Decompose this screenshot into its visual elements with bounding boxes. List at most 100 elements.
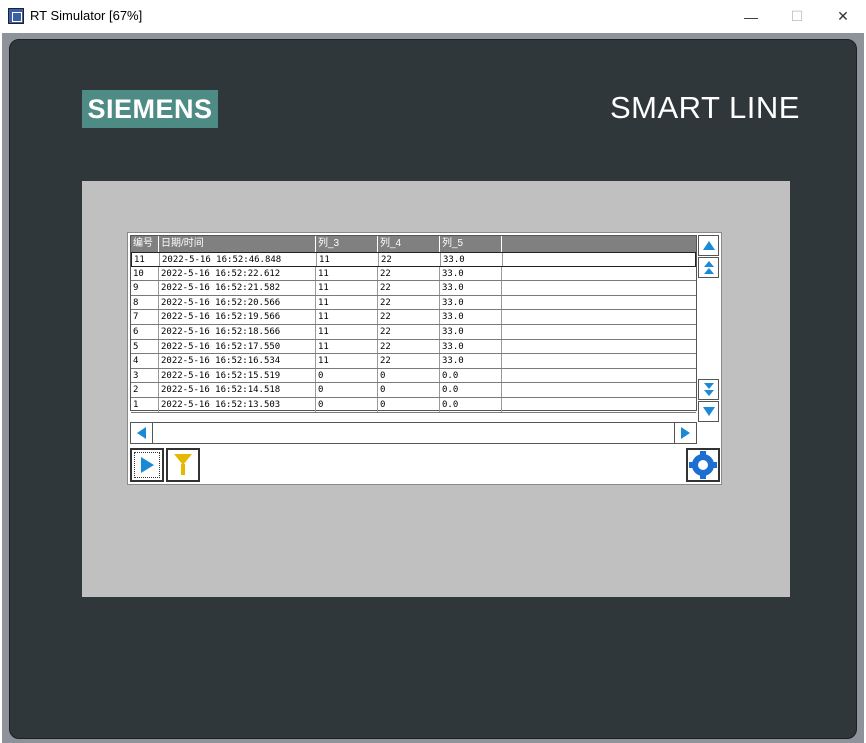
cell-id: 10 [131,266,159,281]
cell-datetime: 2022-5-16 16:52:46.848 [160,253,317,266]
cell-col4: 22 [378,324,440,339]
cell-id: 1 [131,397,159,412]
filter-button[interactable] [166,448,200,482]
play-button[interactable] [130,448,164,482]
column-header-col3[interactable]: 列_3 [316,236,378,252]
window-title: RT Simulator [67%] [30,8,143,23]
arrow-up-icon[interactable] [698,235,719,256]
cell-datetime: 2022-5-16 16:52:21.582 [159,281,316,295]
close-button[interactable]: ✕ [820,0,866,33]
cell-datetime: 2022-5-16 16:52:20.566 [159,295,316,310]
table-row[interactable]: 10 2022-5-16 16:52:22.612 11 22 33.0 [131,266,696,282]
cell-col4: 0 [378,368,440,383]
cell-col5: 33.0 [441,253,503,266]
column-header-col4[interactable]: 列_4 [378,236,440,252]
cell-col5: 0.0 [440,397,502,412]
cell-empty [502,369,696,383]
table-row[interactable]: 9 2022-5-16 16:52:21.582 11 22 33.0 [131,281,696,296]
cell-col3: 11 [316,324,378,339]
cell-col3: 0 [316,368,378,383]
cell-col5: 33.0 [440,310,502,324]
cell-id: 5 [131,339,159,354]
cell-empty [502,281,696,295]
vertical-scroll [698,235,719,424]
cell-empty [502,310,696,324]
column-header-col5[interactable]: 列_5 [440,236,502,252]
cell-datetime: 2022-5-16 16:52:19.566 [159,310,316,324]
cell-col4: 0 [378,383,440,397]
cell-col4: 22 [378,281,440,295]
cell-empty [502,296,696,310]
table-row[interactable]: 11 2022-5-16 16:52:46.848 11 22 33.0 [131,252,696,267]
cell-empty [502,325,696,339]
double-arrow-up-icon[interactable] [698,257,719,278]
cell-col5: 33.0 [440,339,502,354]
filter-icon [174,454,192,476]
cell-datetime: 2022-5-16 16:52:16.534 [159,354,316,368]
cell-id: 3 [131,368,159,383]
cell-id: 9 [131,281,159,295]
arrow-right-icon[interactable] [674,423,696,443]
data-table: 编号 日期/时间 列_3 列_4 列_5 11 2022-5-16 16:52:4… [130,235,697,413]
app-icon [8,8,24,24]
table-row[interactable]: 6 2022-5-16 16:52:18.566 11 22 33.0 [131,324,696,340]
cell-empty [502,398,696,412]
cell-datetime: 2022-5-16 16:52:13.503 [159,397,316,412]
hmi-screen: 编号 日期/时间 列_3 列_4 列_5 11 2022-5-16 16:52:4… [82,181,790,597]
cell-datetime: 2022-5-16 16:52:15.519 [159,368,316,383]
column-header-id[interactable]: 编号 [131,236,159,252]
double-arrow-down-icon[interactable] [698,379,719,400]
table-row[interactable]: 4 2022-5-16 16:52:16.534 11 22 33.0 [131,354,696,369]
table-row[interactable]: 3 2022-5-16 16:52:15.519 0 0 0.0 [131,368,696,384]
table-row[interactable]: 1 2022-5-16 16:52:13.503 0 0 0.0 [131,397,696,413]
table-body: 11 2022-5-16 16:52:46.848 11 22 33.0 10 2022-5… [131,252,696,413]
column-header-datetime[interactable]: 日期/时间 [159,236,316,252]
minimize-button[interactable]: — [728,0,774,33]
cell-col3: 0 [316,383,378,397]
cell-empty [502,354,696,368]
cell-col5: 0.0 [440,368,502,383]
siemens-logo: SIEMENS [82,90,218,128]
cell-datetime: 2022-5-16 16:52:14.518 [159,383,316,397]
product-line-label: SMART LINE [610,90,800,125]
cell-col4: 22 [378,339,440,354]
cell-col5: 33.0 [440,324,502,339]
maximize-button[interactable]: ☐ [774,0,820,33]
arrow-left-icon[interactable] [131,423,153,443]
cell-col3: 11 [316,310,378,324]
cell-col5: 33.0 [440,266,502,281]
cell-col3: 11 [316,339,378,354]
cell-col4: 22 [379,253,441,266]
cell-id: 2 [131,383,159,397]
settings-button[interactable] [686,448,720,482]
cell-col3: 11 [316,281,378,295]
cell-col5: 0.0 [440,383,502,397]
cell-datetime: 2022-5-16 16:52:22.612 [159,266,316,281]
device-bezel: SIEMENS SMART LINE 编号 日期/时间 列_3 列_4 列_5 … [9,39,857,739]
cell-col5: 33.0 [440,295,502,310]
table-row[interactable]: 2 2022-5-16 16:52:14.518 0 0 0.0 [131,383,696,398]
cell-empty [502,267,696,281]
arrow-down-icon[interactable] [698,401,719,422]
cell-col3: 0 [316,397,378,412]
play-icon [140,457,154,473]
cell-col4: 22 [378,266,440,281]
horizontal-scroll [130,422,697,444]
table-row[interactable]: 8 2022-5-16 16:52:20.566 11 22 33.0 [131,295,696,311]
cell-col4: 22 [378,354,440,368]
cell-id: 8 [131,295,159,310]
title-bar: RT Simulator [67%] — ☐ ✕ [0,0,866,33]
cell-id: 6 [131,324,159,339]
cell-col3: 11 [317,253,379,266]
table-row[interactable]: 7 2022-5-16 16:52:19.566 11 22 33.0 [131,310,696,325]
cell-datetime: 2022-5-16 16:52:18.566 [159,324,316,339]
cell-empty [502,340,696,354]
cell-id: 11 [132,253,160,266]
table-row[interactable]: 5 2022-5-16 16:52:17.550 11 22 33.0 [131,339,696,355]
cell-id: 7 [131,310,159,324]
cell-col4: 0 [378,397,440,412]
gear-icon [689,451,717,479]
cell-col3: 11 [316,266,378,281]
cell-id: 4 [131,354,159,368]
cell-col3: 11 [316,354,378,368]
